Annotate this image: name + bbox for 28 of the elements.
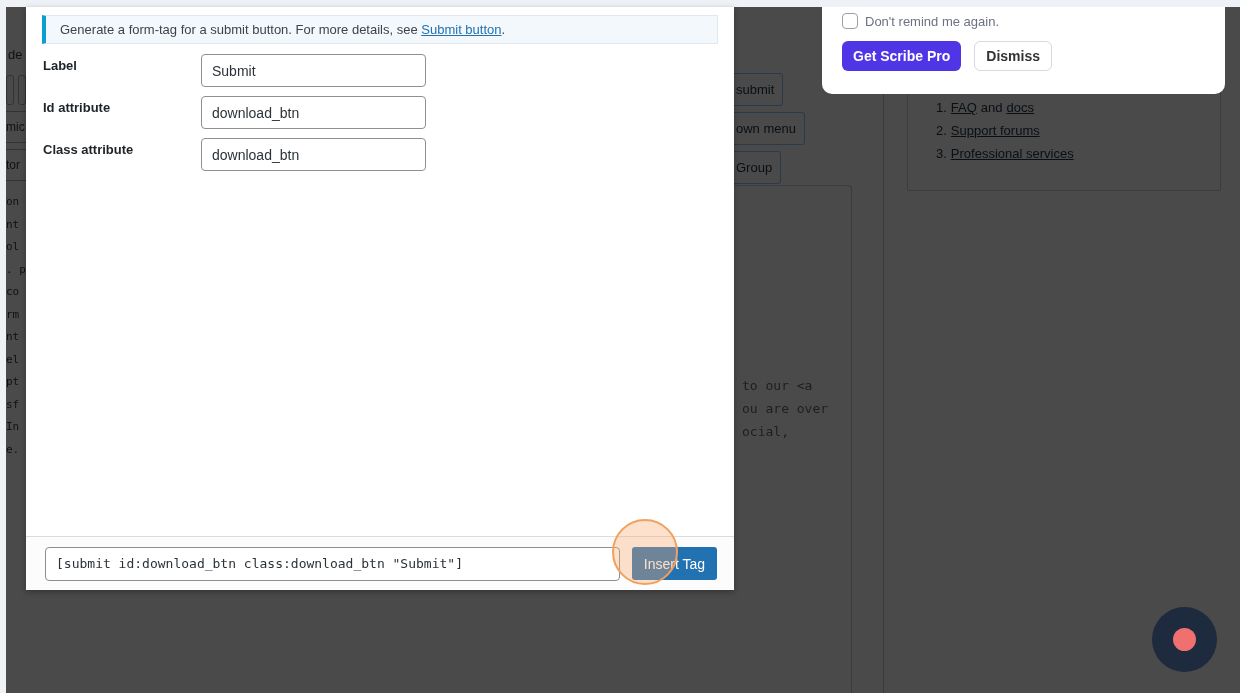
input-field[interactable]: download_btn (201, 138, 426, 171)
code-fragment: rm (6, 306, 21, 323)
help-link[interactable]: docs (1006, 100, 1035, 115)
code-fragment: pt (6, 374, 21, 390)
code-fragment: ol (6, 239, 21, 255)
upgrade-button[interactable]: Get Scribe Pro (842, 41, 962, 71)
button-edge (6, 75, 14, 105)
tag-code-field[interactable]: [submit id:download_btn class:download_btn "Submit"] (45, 546, 620, 581)
help-link[interactable]: Professional services (950, 146, 1074, 161)
checkbox-label: Don't remind me again. (865, 13, 999, 29)
input-field[interactable]: download_btn (201, 96, 426, 129)
help-link[interactable]: Support forums (950, 123, 1040, 138)
text-fragment: de (7, 47, 24, 64)
field-label: Id attribute (42, 99, 112, 115)
help-link[interactable]: FAQ (950, 100, 977, 115)
list-number: 2. (936, 123, 947, 138)
notice-text: Generate a form-tag for a submit button. For more details, see Submit button. (42, 15, 718, 44)
field-label: Class attribute (42, 141, 135, 157)
checkbox[interactable] (842, 13, 858, 29)
dismiss-button[interactable]: Dismiss (974, 41, 1052, 71)
help-text: and (980, 100, 1003, 115)
code-fragment: el (6, 351, 21, 368)
list-number: 3. (936, 146, 947, 161)
code-fragment: In (6, 419, 21, 435)
input-field[interactable]: Submit (201, 54, 426, 87)
submit-button-link[interactable]: Submit button (421, 22, 502, 37)
list-number: 1. (936, 100, 947, 115)
field-label: Label (42, 57, 78, 73)
